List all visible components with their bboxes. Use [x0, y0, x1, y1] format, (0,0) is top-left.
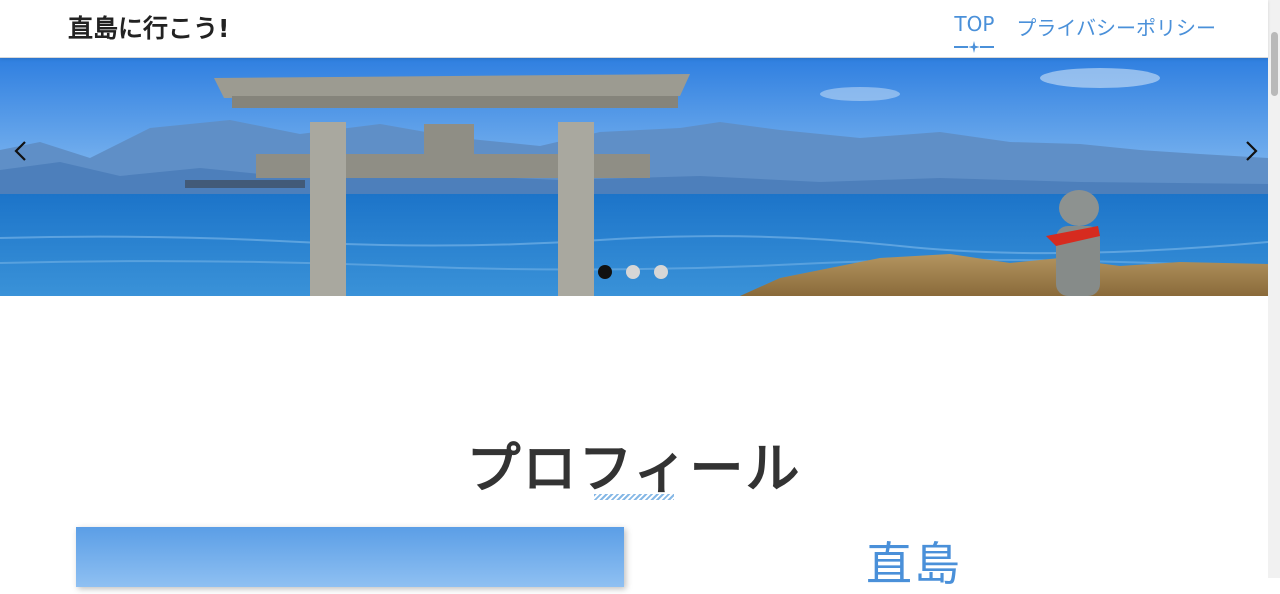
hero-slide-image [0, 58, 1268, 296]
nav-item-privacy-policy-label: プライバシーポリシー [1016, 16, 1216, 40]
profile-name: 直島 [866, 537, 962, 591]
slider-prev-button[interactable] [6, 136, 36, 166]
slider-dot-2[interactable] [626, 265, 640, 279]
section-title-profile: プロフィール [466, 437, 802, 500]
slider-dot-1[interactable] [598, 265, 612, 279]
slider-next-button[interactable] [1236, 136, 1266, 166]
chevron-right-icon [1246, 141, 1258, 161]
profile-image [76, 527, 624, 587]
scrollbar-thumb[interactable] [1271, 32, 1278, 96]
nav-item-privacy-policy[interactable]: プライバシーポリシー [1016, 12, 1216, 41]
nav-active-indicator [954, 41, 995, 53]
nav-item-top-label: TOP [954, 12, 995, 36]
site-title[interactable]: 直島に行こう! [68, 9, 229, 45]
nav-item-top[interactable]: TOP [954, 12, 995, 53]
slider-dot-3[interactable] [654, 265, 668, 279]
slider-pagination [598, 265, 668, 279]
hero-slider [0, 58, 1268, 296]
sparkle-icon [968, 41, 981, 53]
section-title-decoration [594, 494, 674, 500]
chevron-left-icon [14, 141, 26, 161]
main-nav: TOP プライバシーポリシー [954, 12, 1216, 53]
site-header: 直島に行こう! TOP プライバシーポリシー [0, 0, 1268, 58]
page-scrollbar[interactable] [1268, 0, 1280, 578]
